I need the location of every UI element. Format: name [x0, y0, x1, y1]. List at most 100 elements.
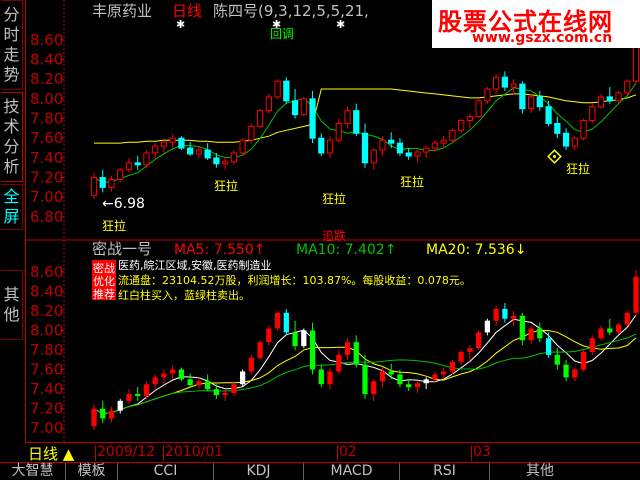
y-tick-label: 7.40 — [30, 149, 63, 167]
candle-body — [370, 149, 377, 164]
candle-body — [527, 96, 535, 110]
tab-intraday[interactable]: 分 时 走 势 — [1, 0, 23, 90]
candle-body — [318, 137, 325, 154]
candle-body — [388, 371, 394, 375]
candle-body — [126, 394, 132, 401]
date-label: 2009/12 — [97, 444, 156, 460]
candle-body — [371, 381, 377, 394]
candle-body — [143, 384, 150, 396]
tab-technical-analysis[interactable]: 技 术 分 析 — [1, 92, 23, 182]
info-signal: 红白柱买入，蓝绿柱卖出。 — [118, 288, 250, 302]
candle-body — [475, 100, 482, 118]
candle-body — [554, 122, 561, 134]
indicator-title: 密战一号 — [92, 240, 152, 258]
candle-body — [571, 137, 578, 147]
candle-body — [501, 76, 508, 88]
y-tick-label: 8.00 — [30, 321, 63, 339]
annotation-chase: 追跌 — [322, 228, 346, 243]
candle-body — [405, 152, 412, 157]
tab-other[interactable]: 其 他 — [1, 270, 23, 340]
candle-body — [624, 80, 631, 94]
candle-body — [135, 394, 141, 396]
candle-body — [633, 276, 639, 313]
period-indicator[interactable]: 日线 ▲ — [28, 443, 74, 464]
y-tick-label: 7.00 — [30, 419, 63, 437]
chart-area[interactable]: 8.60 8.40 8.20 8.00 7.80 7.60 7.40 7.20 7.00 6.80… — [25, 0, 640, 442]
candle-body — [152, 377, 158, 385]
candle-body — [99, 177, 106, 188]
y-tick-label: 8.40 — [30, 282, 63, 300]
candle-body — [353, 110, 360, 134]
candle-body — [125, 162, 133, 171]
diamond-marker-icon — [547, 149, 562, 164]
y-tick-label: 7.20 — [30, 169, 63, 187]
y-tick-label: 8.00 — [30, 90, 63, 108]
candle-body — [256, 110, 264, 127]
candle-body — [91, 408, 97, 427]
candle-body — [397, 374, 403, 385]
tab-template[interactable]: 模板 — [66, 463, 118, 480]
ma20-value: MA20: 7.536↓ — [426, 242, 526, 258]
badge-line: 密战 — [93, 261, 115, 275]
candle-body — [309, 330, 316, 370]
candle-body — [414, 151, 421, 157]
candle-body — [362, 364, 368, 394]
annotation-surge: 狂拉 — [566, 161, 590, 176]
candle-body — [597, 96, 605, 108]
candle-body — [545, 106, 552, 124]
candle-body — [458, 120, 465, 131]
date-label: 2010/01 — [165, 444, 224, 460]
annotation-pullback: 回调 — [270, 27, 294, 41]
candle-body — [152, 145, 159, 154]
candle-body — [388, 139, 395, 144]
badge-line: 优化 — [93, 274, 115, 288]
chart-canvas[interactable]: 8.608.408.208.007.807.607.407.207.006.80… — [26, 0, 640, 442]
candle-body — [606, 96, 613, 102]
tab-macd[interactable]: MACD — [304, 463, 400, 480]
candle-body — [318, 369, 324, 385]
candle-body — [204, 149, 211, 159]
candle-body — [222, 161, 229, 165]
star-marker: ✱ — [336, 18, 345, 31]
candle-body — [432, 374, 438, 380]
candle-body — [510, 83, 517, 88]
tab-cci[interactable]: CCI — [118, 463, 214, 480]
candle-body — [484, 88, 491, 102]
candle-body — [466, 116, 474, 122]
candle-body — [396, 142, 404, 154]
tab-rsi[interactable]: RSI — [400, 463, 490, 480]
candle-body — [257, 342, 263, 358]
candle-body — [423, 147, 430, 153]
y-tick-label: 7.60 — [30, 361, 63, 379]
candle-body — [414, 383, 421, 388]
candle-body — [528, 328, 534, 341]
candle-body — [292, 332, 298, 347]
y-tick-label: 8.60 — [30, 263, 63, 281]
tab-fullscreen[interactable]: 全 屏 — [1, 184, 23, 230]
tab-other-indicators[interactable]: 其他 — [490, 463, 590, 480]
y-tick-label: 8.20 — [30, 70, 63, 88]
candle-body — [519, 315, 525, 341]
candle-body — [545, 338, 552, 355]
candle-body — [143, 152, 150, 166]
candle-body — [195, 149, 203, 155]
candle-body — [213, 157, 220, 165]
date-label: 02 — [339, 444, 357, 460]
tab-dazhihui[interactable]: 大智慧 — [0, 463, 66, 480]
candle-body — [231, 384, 237, 394]
left-sidebar: 分 时 走 势 技 术 分 析 全 屏 其 他 — [0, 0, 25, 462]
candle-body — [441, 371, 447, 375]
candle-body — [589, 338, 595, 352]
ma5-value: MA5: 7.550↑ — [174, 242, 266, 258]
candle-body — [248, 357, 254, 372]
candle-body — [554, 354, 560, 365]
tab-kdj[interactable]: KDJ — [214, 463, 304, 480]
candle-body — [108, 410, 115, 419]
candle-body — [196, 381, 202, 386]
candle-body — [161, 373, 167, 378]
formula-label: 陈四号(9,3,12,5,5,21, — [213, 2, 369, 20]
candle-body — [205, 381, 211, 390]
annotation-surge: 狂拉 — [400, 174, 424, 189]
candle-body — [493, 308, 499, 321]
star-marker: ✱ — [176, 18, 185, 31]
